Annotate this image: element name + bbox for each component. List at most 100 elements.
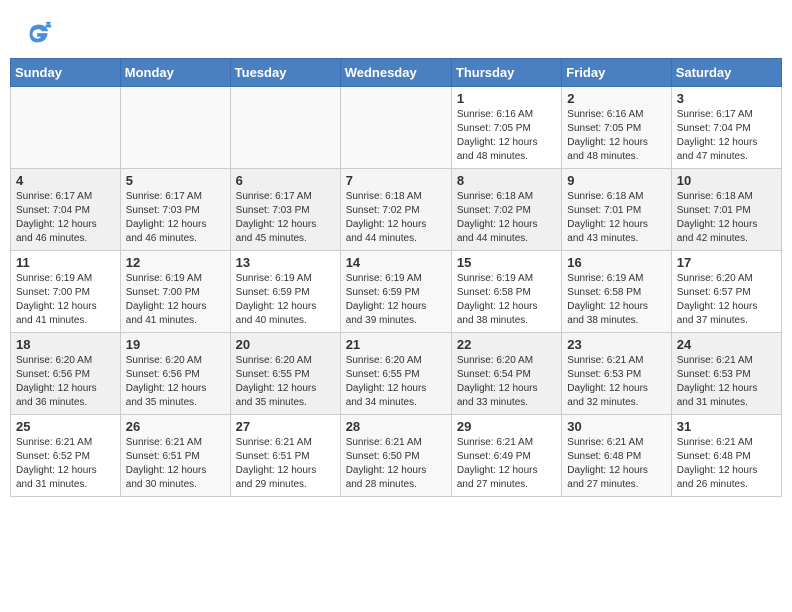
day-info: Sunrise: 6:21 AMSunset: 6:51 PMDaylight:…	[126, 436, 225, 492]
calendar-week-row: 1 Sunrise: 6:16 AMSunset: 7:05 PMDaylight…	[11, 87, 782, 169]
calendar-cell: 8 Sunrise: 6:18 AMSunset: 7:02 PMDaylight…	[451, 169, 561, 251]
day-info: Sunrise: 6:18 AMSunset: 7:01 PMDaylight:…	[567, 190, 665, 246]
calendar-header-wednesday: Wednesday	[340, 59, 451, 87]
day-info: Sunrise: 6:18 AMSunset: 7:02 PMDaylight:…	[457, 190, 556, 246]
calendar-cell: 24 Sunrise: 6:21 AMSunset: 6:53 PMDayligh…	[671, 333, 781, 415]
day-info: Sunrise: 6:19 AMSunset: 6:59 PMDaylight:…	[346, 272, 446, 328]
calendar-cell: 18 Sunrise: 6:20 AMSunset: 6:56 PMDayligh…	[11, 333, 121, 415]
day-info: Sunrise: 6:19 AMSunset: 7:00 PMDaylight:…	[16, 272, 115, 328]
calendar-header-monday: Monday	[120, 59, 230, 87]
calendar-cell: 3 Sunrise: 6:17 AMSunset: 7:04 PMDaylight…	[671, 87, 781, 169]
day-number: 11	[16, 255, 115, 270]
calendar-cell: 9 Sunrise: 6:18 AMSunset: 7:01 PMDaylight…	[562, 169, 671, 251]
day-number: 23	[567, 337, 665, 352]
day-number: 6	[236, 173, 335, 188]
calendar-cell	[11, 87, 121, 169]
calendar-cell: 30 Sunrise: 6:21 AMSunset: 6:48 PMDayligh…	[562, 415, 671, 497]
calendar-cell	[340, 87, 451, 169]
day-info: Sunrise: 6:19 AMSunset: 6:58 PMDaylight:…	[457, 272, 556, 328]
calendar-week-row: 4 Sunrise: 6:17 AMSunset: 7:04 PMDaylight…	[11, 169, 782, 251]
logo-icon	[25, 20, 53, 48]
day-info: Sunrise: 6:16 AMSunset: 7:05 PMDaylight:…	[457, 108, 556, 164]
day-info: Sunrise: 6:18 AMSunset: 7:02 PMDaylight:…	[346, 190, 446, 246]
day-number: 1	[457, 91, 556, 106]
calendar-table: SundayMondayTuesdayWednesdayThursdayFrid…	[10, 58, 782, 497]
day-info: Sunrise: 6:21 AMSunset: 6:53 PMDaylight:…	[677, 354, 776, 410]
day-number: 22	[457, 337, 556, 352]
day-number: 3	[677, 91, 776, 106]
calendar-cell: 5 Sunrise: 6:17 AMSunset: 7:03 PMDaylight…	[120, 169, 230, 251]
day-number: 26	[126, 419, 225, 434]
day-number: 10	[677, 173, 776, 188]
calendar-cell: 6 Sunrise: 6:17 AMSunset: 7:03 PMDaylight…	[230, 169, 340, 251]
logo	[25, 20, 55, 48]
calendar-cell: 14Sunrise: 6:19 AMSunset: 6:59 PMDayligh…	[340, 251, 451, 333]
calendar-cell: 22 Sunrise: 6:20 AMSunset: 6:54 PMDayligh…	[451, 333, 561, 415]
day-info: Sunrise: 6:20 AMSunset: 6:55 PMDaylight:…	[346, 354, 446, 410]
day-number: 18	[16, 337, 115, 352]
day-number: 8	[457, 173, 556, 188]
day-number: 12	[126, 255, 225, 270]
calendar-cell: 20 Sunrise: 6:20 AMSunset: 6:55 PMDayligh…	[230, 333, 340, 415]
day-info: Sunrise: 6:21 AMSunset: 6:51 PMDaylight:…	[236, 436, 335, 492]
calendar-cell: 19 Sunrise: 6:20 AMSunset: 6:56 PMDayligh…	[120, 333, 230, 415]
day-number: 2	[567, 91, 665, 106]
day-info: Sunrise: 6:17 AMSunset: 7:03 PMDaylight:…	[236, 190, 335, 246]
day-number: 30	[567, 419, 665, 434]
calendar-header-saturday: Saturday	[671, 59, 781, 87]
day-info: Sunrise: 6:21 AMSunset: 6:50 PMDaylight:…	[346, 436, 446, 492]
calendar-cell: 31Sunrise: 6:21 AMSunset: 6:48 PMDayligh…	[671, 415, 781, 497]
calendar-header-tuesday: Tuesday	[230, 59, 340, 87]
calendar-cell: 16Sunrise: 6:19 AMSunset: 6:58 PMDayligh…	[562, 251, 671, 333]
day-info: Sunrise: 6:18 AMSunset: 7:01 PMDaylight:…	[677, 190, 776, 246]
day-info: Sunrise: 6:21 AMSunset: 6:52 PMDaylight:…	[16, 436, 115, 492]
day-info: Sunrise: 6:17 AMSunset: 7:04 PMDaylight:…	[677, 108, 776, 164]
calendar-header-sunday: Sunday	[11, 59, 121, 87]
calendar-cell: 4 Sunrise: 6:17 AMSunset: 7:04 PMDaylight…	[11, 169, 121, 251]
day-number: 24	[677, 337, 776, 352]
day-info: Sunrise: 6:20 AMSunset: 6:55 PMDaylight:…	[236, 354, 335, 410]
day-number: 15	[457, 255, 556, 270]
day-number: 4	[16, 173, 115, 188]
day-info: Sunrise: 6:19 AMSunset: 6:59 PMDaylight:…	[236, 272, 335, 328]
calendar-week-row: 25 Sunrise: 6:21 AMSunset: 6:52 PMDayligh…	[11, 415, 782, 497]
day-info: Sunrise: 6:21 AMSunset: 6:49 PMDaylight:…	[457, 436, 556, 492]
page-header	[10, 10, 782, 53]
day-number: 20	[236, 337, 335, 352]
calendar-cell: 15 Sunrise: 6:19 AMSunset: 6:58 PMDayligh…	[451, 251, 561, 333]
calendar-cell: 29Sunrise: 6:21 AMSunset: 6:49 PMDayligh…	[451, 415, 561, 497]
calendar-cell: 7Sunrise: 6:18 AMSunset: 7:02 PMDaylight…	[340, 169, 451, 251]
calendar-cell: 13Sunrise: 6:19 AMSunset: 6:59 PMDayligh…	[230, 251, 340, 333]
day-info: Sunrise: 6:21 AMSunset: 6:48 PMDaylight:…	[567, 436, 665, 492]
calendar-header-row: SundayMondayTuesdayWednesdayThursdayFrid…	[11, 59, 782, 87]
day-number: 5	[126, 173, 225, 188]
day-info: Sunrise: 6:19 AMSunset: 7:00 PMDaylight:…	[126, 272, 225, 328]
day-number: 19	[126, 337, 225, 352]
day-info: Sunrise: 6:20 AMSunset: 6:57 PMDaylight:…	[677, 272, 776, 328]
day-number: 17	[677, 255, 776, 270]
calendar-cell: 11 Sunrise: 6:19 AMSunset: 7:00 PMDayligh…	[11, 251, 121, 333]
day-info: Sunrise: 6:20 AMSunset: 6:56 PMDaylight:…	[16, 354, 115, 410]
day-number: 28	[346, 419, 446, 434]
calendar-cell: 23Sunrise: 6:21 AMSunset: 6:53 PMDayligh…	[562, 333, 671, 415]
day-info: Sunrise: 6:20 AMSunset: 6:54 PMDaylight:…	[457, 354, 556, 410]
day-number: 25	[16, 419, 115, 434]
calendar-cell: 26 Sunrise: 6:21 AMSunset: 6:51 PMDayligh…	[120, 415, 230, 497]
calendar-week-row: 11 Sunrise: 6:19 AMSunset: 7:00 PMDayligh…	[11, 251, 782, 333]
calendar-cell: 2 Sunrise: 6:16 AMSunset: 7:05 PMDaylight…	[562, 87, 671, 169]
day-info: Sunrise: 6:17 AMSunset: 7:03 PMDaylight:…	[126, 190, 225, 246]
day-number: 9	[567, 173, 665, 188]
day-number: 27	[236, 419, 335, 434]
calendar-header-thursday: Thursday	[451, 59, 561, 87]
day-number: 21	[346, 337, 446, 352]
calendar-cell	[120, 87, 230, 169]
calendar-cell: 21 Sunrise: 6:20 AMSunset: 6:55 PMDayligh…	[340, 333, 451, 415]
calendar-cell: 25 Sunrise: 6:21 AMSunset: 6:52 PMDayligh…	[11, 415, 121, 497]
calendar-cell: 28 Sunrise: 6:21 AMSunset: 6:50 PMDayligh…	[340, 415, 451, 497]
day-info: Sunrise: 6:16 AMSunset: 7:05 PMDaylight:…	[567, 108, 665, 164]
day-number: 16	[567, 255, 665, 270]
calendar-cell: 10 Sunrise: 6:18 AMSunset: 7:01 PMDayligh…	[671, 169, 781, 251]
day-info: Sunrise: 6:20 AMSunset: 6:56 PMDaylight:…	[126, 354, 225, 410]
calendar-cell: 1 Sunrise: 6:16 AMSunset: 7:05 PMDaylight…	[451, 87, 561, 169]
day-info: Sunrise: 6:17 AMSunset: 7:04 PMDaylight:…	[16, 190, 115, 246]
